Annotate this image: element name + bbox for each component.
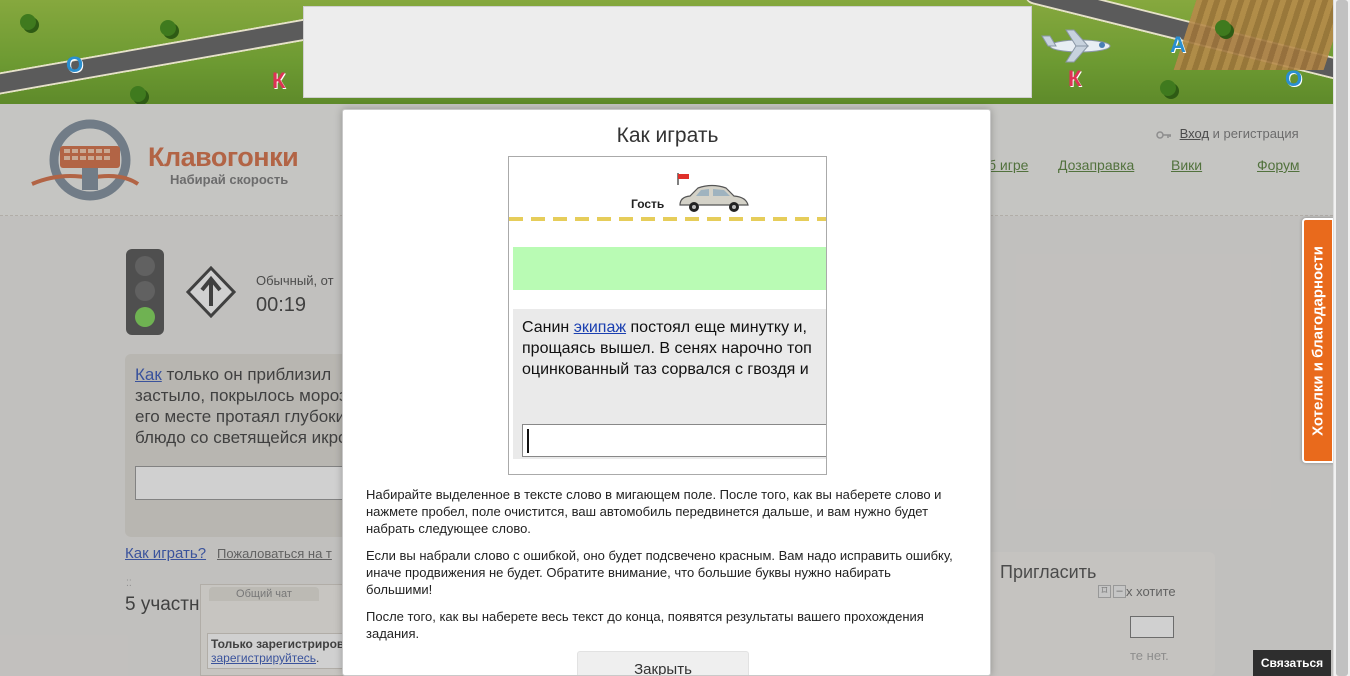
- page-scrollbar[interactable]: [1333, 0, 1350, 676]
- demo-text: Санин экипаж постоял еще минутку и, прощ…: [513, 309, 826, 414]
- banner-letter: К: [1068, 66, 1082, 91]
- dialog-title: Как играть: [616, 124, 719, 147]
- how-to-play-dialog: Как играть Гость Санин экипаж постоял ещ…: [342, 109, 991, 676]
- airplane-icon: [1041, 29, 1111, 63]
- demo-input: [522, 424, 826, 457]
- scrollbar-thumb[interactable]: [1336, 0, 1348, 676]
- contact-button[interactable]: Связаться: [1253, 650, 1331, 676]
- guest-label: Гость: [631, 197, 665, 211]
- car-icon: [679, 184, 749, 212]
- tree-decoration: [160, 20, 176, 36]
- instruction-paragraph: Если вы набрали слово с ошибкой, оно буд…: [366, 548, 953, 597]
- header-banner: О К А К О: [0, 0, 1333, 104]
- demo-text-line: Санин экипаж постоял еще минутку и,: [522, 319, 807, 336]
- tree-decoration: [20, 14, 36, 30]
- tree-decoration: [1160, 80, 1176, 96]
- feedback-tab-label: Хотелки и благодарности: [1309, 245, 1327, 436]
- text-caret: [527, 429, 529, 453]
- banner-letter: А: [1170, 32, 1186, 57]
- instruction-paragraph: После того, как вы наберете весь текст д…: [366, 609, 924, 641]
- demo-input-area: [513, 414, 826, 459]
- demo-highlighted-word: экипаж: [573, 319, 627, 336]
- feedback-tab[interactable]: Хотелки и благодарности: [1302, 218, 1334, 463]
- field-decoration: [1173, 0, 1333, 70]
- tree-decoration: [1215, 20, 1231, 36]
- demo-illustration: Гость Санин экипаж постоял еще минутку и…: [508, 156, 827, 475]
- banner-letter: О: [66, 52, 84, 77]
- close-button[interactable]: Закрыть: [577, 651, 749, 675]
- tree-decoration: [130, 86, 146, 102]
- demo-text-line: оцинкованный таз сорвался с гвоздя и: [522, 361, 809, 378]
- ad-banner[interactable]: [303, 6, 1032, 98]
- dialog-body: Набирайте выделенное в тексте слово в ми…: [366, 486, 956, 652]
- banner-letter: О: [1285, 66, 1303, 91]
- road-line: [509, 217, 826, 221]
- progress-strip: [513, 247, 826, 290]
- banner-letter: К: [272, 68, 286, 93]
- demo-text-line: прощаясь вышел. В сенях нарочно топ: [522, 340, 812, 357]
- instruction-paragraph: Набирайте выделенное в тексте слово в ми…: [366, 487, 942, 536]
